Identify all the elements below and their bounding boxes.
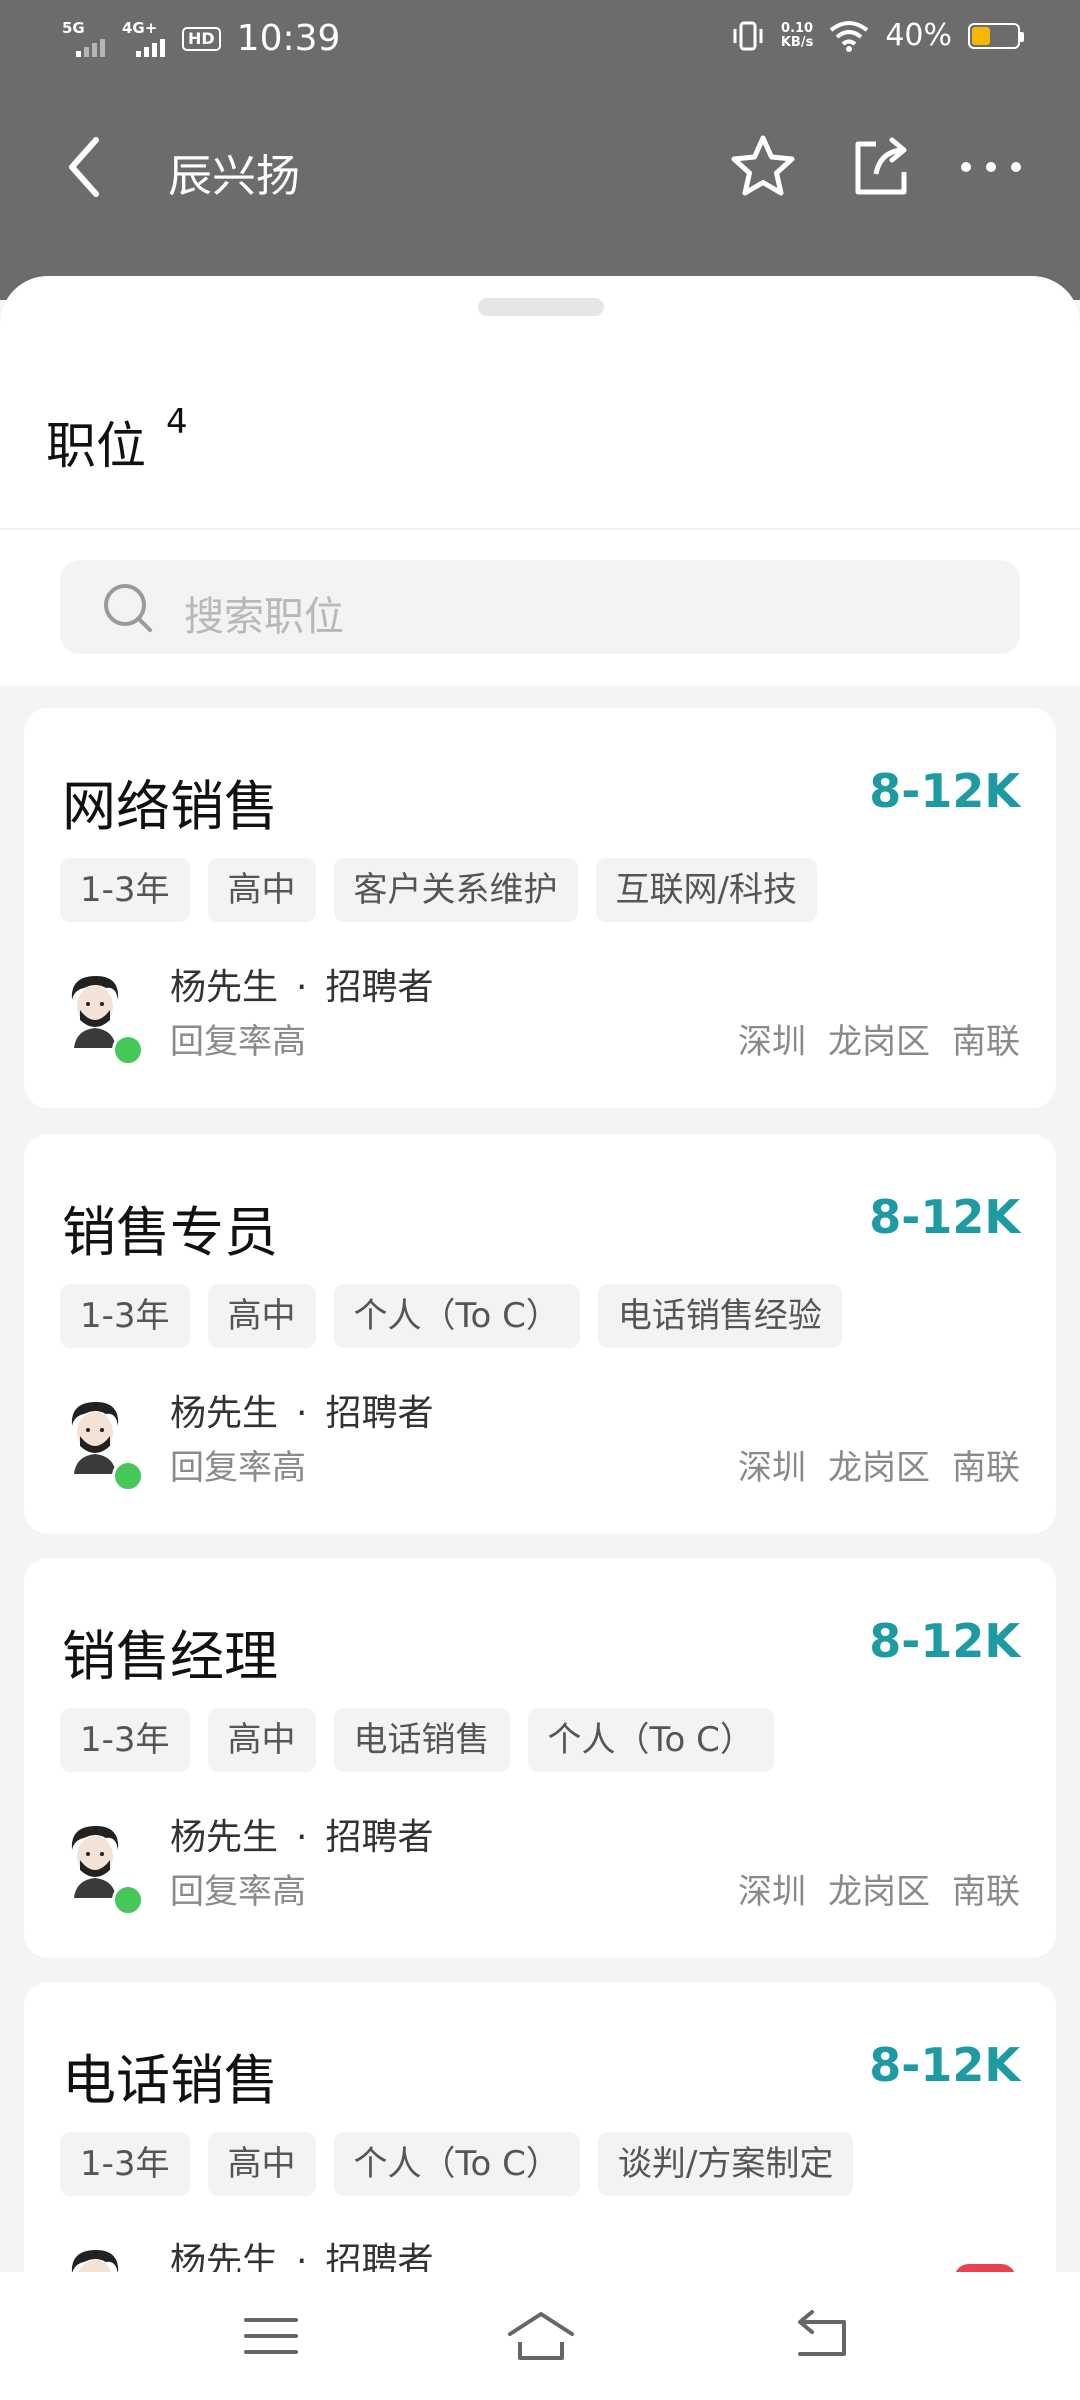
search-input[interactable]: 搜索职位 xyxy=(60,560,1020,654)
job-salary: 8-12K xyxy=(869,1190,1020,1244)
section-title: 职位 xyxy=(46,417,146,475)
location-city: 深圳 xyxy=(738,1872,806,1912)
job-title: 销售经理 xyxy=(62,1625,278,1688)
vibrate-icon xyxy=(733,21,763,50)
location-area: 南联 xyxy=(952,1022,1020,1062)
recruiter-role: 招聘者 xyxy=(325,1393,434,1434)
reply-rate: 回复率高 xyxy=(170,1022,306,1062)
job-salary: 8-12K xyxy=(869,764,1020,818)
recruiter-role: 招聘者 xyxy=(325,967,434,1008)
status-left: 5G 4G+ HD 10:39 xyxy=(62,18,340,59)
recruiter-name: 杨先生 xyxy=(170,967,279,1008)
job-title: 电话销售 xyxy=(62,2049,278,2112)
separator-dot: · xyxy=(296,967,308,1008)
job-title: 网络销售 xyxy=(62,775,278,838)
recruiter-info: 杨先生 · 招聘者 xyxy=(170,1808,433,1860)
recruiter-info: 杨先生 · 招聘者 xyxy=(170,1384,433,1436)
recruiter-name: 杨先生 xyxy=(170,1817,279,1858)
job-tag: 高中 xyxy=(207,1708,316,1772)
job-location: 深圳 龙岗区 南联 xyxy=(738,1864,1020,1913)
divider xyxy=(0,528,1080,530)
job-location: 深圳 龙岗区 南联 xyxy=(738,1440,1020,1489)
job-tag: 1-3年 xyxy=(60,1708,190,1772)
recruiter-role: 招聘者 xyxy=(325,1817,434,1858)
sheet-handle[interactable] xyxy=(478,298,604,316)
job-card[interactable]: 销售专员 8-12K 1-3年 高中 个人（To C） 电话销售经验 杨先生 · 招聘者 … xyxy=(24,1134,1056,1534)
job-tag: 电话销售 xyxy=(333,1708,510,1772)
job-tag: 个人（To C） xyxy=(527,1708,774,1772)
status-bar: 5G 4G+ HD 10:39 0.10 KB/s 40% xyxy=(0,0,1080,84)
section-count: 4 xyxy=(166,402,188,442)
location-district: 龙岗区 xyxy=(828,1872,930,1912)
share-icon[interactable] xyxy=(846,132,916,202)
location-district: 龙岗区 xyxy=(828,1022,930,1062)
hd-icon: HD xyxy=(182,26,221,51)
menu-icon[interactable] xyxy=(236,2306,306,2366)
job-tag: 高中 xyxy=(207,1284,316,1348)
reply-rate: 回复率高 xyxy=(170,1872,306,1912)
recruiter-name: 杨先生 xyxy=(170,1393,279,1434)
net-speed-unit: KB/s xyxy=(780,34,814,50)
job-card[interactable]: 网络销售 8-12K 1-3年 高中 客户关系维护 互联网/科技 杨先生 · 招聘者 回复… xyxy=(24,708,1056,1108)
battery-icon xyxy=(968,22,1024,49)
location-district: 龙岗区 xyxy=(828,1448,930,1488)
job-tag: 电话销售经验 xyxy=(597,1284,842,1348)
job-tags: 1-3年 高中 电话销售 个人（To C） xyxy=(60,1708,774,1772)
more-icon[interactable] xyxy=(956,132,1026,202)
back-icon[interactable] xyxy=(786,2306,856,2366)
job-salary: 8-12K xyxy=(869,2038,1020,2092)
job-tag: 高中 xyxy=(207,2132,316,2196)
search-icon xyxy=(104,584,152,632)
status-right: 0.10 KB/s 40% xyxy=(731,18,1024,53)
separator-dot: · xyxy=(296,1393,308,1434)
job-tag: 1-3年 xyxy=(60,2132,190,2196)
reply-rate: 回复率高 xyxy=(170,1448,306,1488)
location-city: 深圳 xyxy=(738,1448,806,1488)
job-tags: 1-3年 高中 个人（To C） 电话销售经验 xyxy=(60,1284,842,1348)
signal-5g-icon: 5G xyxy=(62,19,112,59)
signal-label: 5G xyxy=(62,18,85,37)
star-icon[interactable] xyxy=(728,132,798,202)
separator-dot: · xyxy=(296,1817,308,1858)
signal-label: 4G+ xyxy=(122,18,158,37)
job-tag: 互联网/科技 xyxy=(595,858,818,922)
location-area: 南联 xyxy=(952,1448,1020,1488)
top-header: 5G 4G+ HD 10:39 0.10 KB/s 40% 辰兴扬 xyxy=(0,0,1080,300)
job-tag: 客户关系维护 xyxy=(333,858,578,922)
job-salary: 8-12K xyxy=(869,1614,1020,1668)
job-tag: 个人（To C） xyxy=(333,2132,580,2196)
job-tags: 1-3年 高中 客户关系维护 互联网/科技 xyxy=(60,858,818,922)
job-location: 深圳 龙岗区 南联 xyxy=(738,1014,1020,1063)
company-title: 辰兴扬 xyxy=(168,151,300,202)
job-title: 销售专员 xyxy=(62,1201,278,1264)
job-card[interactable]: 销售经理 8-12K 1-3年 高中 电话销售 个人（To C） 杨先生 · 招聘者 回复… xyxy=(24,1558,1056,1958)
job-tag: 个人（To C） xyxy=(333,1284,580,1348)
location-area: 南联 xyxy=(952,1872,1020,1912)
job-tag: 1-3年 xyxy=(60,1284,190,1348)
system-nav-bar xyxy=(0,2272,1080,2400)
wifi-icon xyxy=(830,20,869,52)
online-status-dot xyxy=(112,1884,144,1916)
job-tags: 1-3年 高中 个人（To C） 谈判/方案制定 xyxy=(60,2132,854,2196)
job-tag: 谈判/方案制定 xyxy=(597,2132,854,2196)
search-placeholder: 搜索职位 xyxy=(184,594,344,640)
net-speed-value: 0.10 xyxy=(781,20,814,36)
online-status-dot xyxy=(112,1460,144,1492)
battery-percent: 40% xyxy=(885,18,952,53)
jobs-sheet: 职位 4 搜索职位 xyxy=(0,276,1080,686)
location-city: 深圳 xyxy=(738,1022,806,1062)
recruiter-info: 杨先生 · 招聘者 xyxy=(170,958,433,1010)
net-speed: 0.10 KB/s xyxy=(780,20,814,50)
job-tag: 高中 xyxy=(207,858,316,922)
status-time: 10:39 xyxy=(236,18,341,59)
online-status-dot xyxy=(112,1034,144,1066)
home-icon[interactable] xyxy=(506,2306,576,2366)
signal-4g-icon: 4G+ xyxy=(122,19,172,59)
nav-bar: 辰兴扬 xyxy=(0,110,1080,230)
job-tag: 1-3年 xyxy=(60,858,190,922)
back-arrow-icon[interactable] xyxy=(58,132,118,202)
